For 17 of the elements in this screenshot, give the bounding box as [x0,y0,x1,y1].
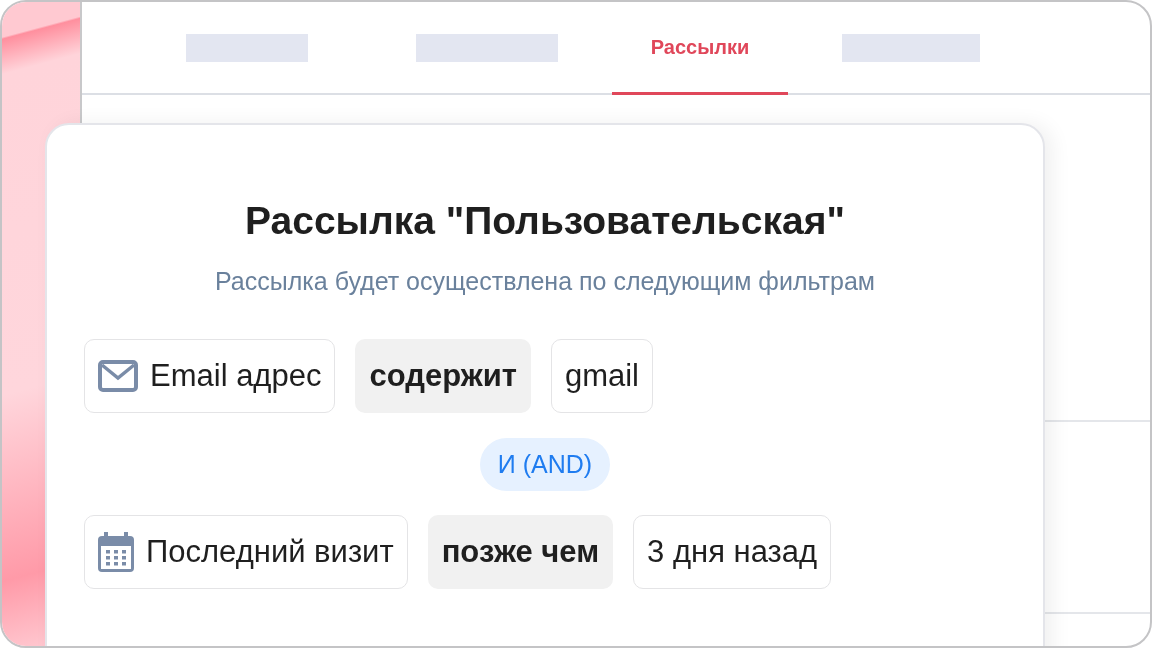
filter-value[interactable]: gmail [550,339,653,413]
tab-placeholder[interactable] [186,33,308,62]
dialog-title: Рассылка "Пользовательская" [245,199,845,243]
filter-operator[interactable]: позже чем [427,515,614,589]
field-label: Последний визит [146,534,394,570]
dialog-subtitle: Рассылка будет осуществлена по следующим фильтрам [215,267,875,296]
mail-icon [98,360,138,392]
and-badge: И (AND) [479,438,611,491]
field-label: Email адрес [150,358,322,394]
filter-operator[interactable]: содержит [355,339,531,413]
filter-field[interactable]: Email адрес [84,339,336,413]
tab-placeholder[interactable] [842,33,980,62]
filter-field[interactable]: Последний визит [84,515,408,589]
filter-value[interactable]: 3 дня назад [633,515,832,589]
tab-placeholder[interactable] [416,33,558,62]
calendar-icon [98,532,134,572]
tab[interactable]: Рассылки [612,2,788,95]
